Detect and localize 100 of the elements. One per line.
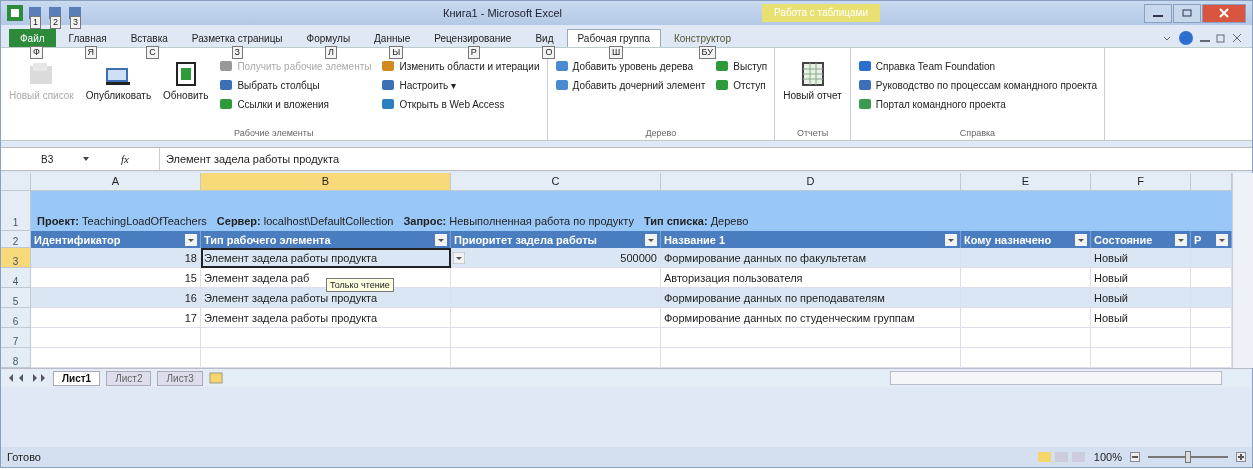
header-label: Название 1	[664, 233, 726, 246]
cell-dropdown-icon[interactable]	[453, 251, 465, 264]
sheet-navigation-icon[interactable]	[7, 373, 47, 383]
table-cell: 17	[31, 308, 201, 328]
ribbon-button[interactable]: Новый отчет	[781, 58, 844, 103]
table-header[interactable]: Название 1	[661, 231, 961, 248]
vertical-scrollbar[interactable]	[1232, 173, 1253, 368]
sheet-tab[interactable]: Лист2	[106, 370, 152, 386]
ribbon-button[interactable]: Опубликовать	[83, 58, 154, 103]
ribbon-tab[interactable]: Конструктор	[662, 29, 742, 47]
help-icon[interactable]	[1178, 30, 1194, 46]
query-info: Сервер: localhost\DefaultCollection	[216, 215, 394, 227]
table-cell	[1191, 288, 1232, 308]
ribbon-button[interactable]: Руководство по процессам командного проекта	[856, 77, 1099, 93]
row-header[interactable]: 4	[1, 268, 31, 288]
close-icon[interactable]	[1232, 33, 1242, 43]
column-header[interactable]: D	[661, 173, 961, 191]
ribbon-button[interactable]: Обновить	[161, 58, 211, 103]
command-icon	[381, 97, 396, 111]
query-info: Запрос: Невыполненная работа по продукту	[403, 215, 634, 227]
minimize-button[interactable]	[1144, 3, 1172, 23]
table-cell: Элемент задела раб	[204, 271, 310, 284]
key-tip: 1	[30, 16, 41, 29]
ribbon-button[interactable]: Справка Team Foundation	[856, 58, 1099, 74]
zoom-level[interactable]: 100%	[1093, 451, 1122, 463]
ribbon-button[interactable]: Изменить области и итерации	[380, 58, 541, 74]
group-label: Дерево	[644, 127, 678, 140]
horizontal-scrollbar[interactable]	[890, 371, 1222, 385]
ribbon-tab[interactable]: Вид	[524, 29, 565, 47]
table-header[interactable]: Тип рабочего элемента	[201, 231, 451, 248]
ribbon-tab[interactable]: Главная	[57, 29, 118, 47]
table-header[interactable]: Приоритет задела работы	[451, 231, 661, 248]
ribbon-tab[interactable]: Вставка	[119, 29, 179, 47]
ribbon-button[interactable]: Ссылки и вложения	[218, 96, 373, 112]
command-icon	[381, 59, 396, 73]
insert-function-button[interactable]: fx	[121, 153, 129, 165]
ribbon-button[interactable]: Выбрать столбцы	[218, 77, 373, 93]
command-icon	[715, 59, 730, 73]
row-header[interactable]: 2	[1, 231, 31, 248]
ribbon-tab[interactable]: Файл	[9, 29, 56, 47]
column-header[interactable]: E	[961, 173, 1091, 191]
name-box[interactable]: B3	[1, 153, 81, 165]
command-icon	[857, 78, 872, 92]
column-header[interactable]: C	[451, 173, 661, 191]
table-cell	[1191, 308, 1232, 328]
table-header[interactable]: Р	[1191, 231, 1232, 248]
ribbon-tab[interactable]: Рецензирование	[423, 29, 523, 47]
filter-dropdown-icon[interactable]	[1216, 233, 1228, 246]
ribbon-button[interactable]: Добавить дочерний элемент	[553, 77, 707, 93]
ribbon-button[interactable]: Выступ	[714, 58, 769, 74]
row-header[interactable]: 3	[1, 248, 31, 268]
filter-dropdown-icon[interactable]	[945, 233, 957, 246]
ribbon-button[interactable]: Отступ	[714, 77, 769, 93]
sheet-tab[interactable]: Лист1	[53, 370, 101, 386]
close-icon	[1219, 8, 1229, 18]
filter-dropdown-icon[interactable]	[435, 233, 447, 246]
contextual-tab-header: Работа с таблицами	[762, 4, 881, 22]
filter-dropdown-icon[interactable]	[185, 233, 197, 246]
column-header[interactable]: F	[1091, 173, 1191, 191]
row-header[interactable]: 5	[1, 288, 31, 308]
filter-dropdown-icon[interactable]	[645, 233, 657, 246]
row-header[interactable]: 1	[1, 191, 31, 231]
zoom-slider[interactable]	[1148, 451, 1228, 463]
ribbon-tab[interactable]: Формулы	[295, 29, 362, 47]
table-header[interactable]: Идентификатор	[31, 231, 201, 248]
command-icon	[554, 78, 569, 92]
filter-dropdown-icon[interactable]	[1175, 233, 1187, 246]
key-tip: Ы	[389, 46, 404, 59]
table-cell: Элемент задела работы продукта	[201, 248, 451, 268]
restore-icon[interactable]	[1216, 33, 1226, 43]
row-header[interactable]: 6	[1, 308, 31, 328]
ribbon-tab[interactable]: Данные	[363, 29, 422, 47]
query-info: Тип списка: Дерево	[643, 215, 749, 227]
command-icon	[219, 97, 234, 111]
command-icon	[554, 59, 569, 73]
row-header[interactable]: 8	[1, 348, 31, 368]
table-cell: Элемент задела работы продукта	[201, 288, 451, 308]
row-header[interactable]: 7	[1, 328, 31, 348]
zoom-in-icon[interactable]	[1236, 452, 1246, 462]
ribbon-tab[interactable]: Разметка страницы	[180, 29, 294, 47]
ribbon-tab[interactable]: Рабочая группа	[566, 29, 661, 47]
close-button[interactable]	[1202, 3, 1246, 23]
ribbon-button[interactable]: Портал командного проекта	[856, 96, 1099, 112]
column-header[interactable]: B	[201, 173, 451, 191]
ribbon-button[interactable]: Добавить уровень дерева	[553, 58, 707, 74]
column-header[interactable]: A	[31, 173, 201, 191]
table-cell: Элемент задела работы продукта	[201, 308, 451, 328]
table-header[interactable]: Кому назначено	[961, 231, 1091, 248]
table-cell: 16	[31, 288, 201, 308]
zoom-out-icon[interactable]	[1130, 452, 1140, 462]
sheet-tab[interactable]: Лист3	[157, 370, 203, 386]
ribbon-button[interactable]: Настроить ▾	[380, 77, 541, 93]
formula-field[interactable]: Элемент задела работы продукта	[158, 148, 1252, 170]
ribbon-button[interactable]: Открыть в Web Access	[380, 96, 541, 112]
key-tip: О	[542, 46, 556, 59]
table-header[interactable]: Состояние	[1091, 231, 1191, 248]
maximize-icon	[1182, 9, 1192, 17]
group-label: Отчеты	[796, 127, 830, 140]
filter-dropdown-icon[interactable]	[1075, 233, 1087, 246]
excel-icon[interactable]	[7, 5, 23, 21]
